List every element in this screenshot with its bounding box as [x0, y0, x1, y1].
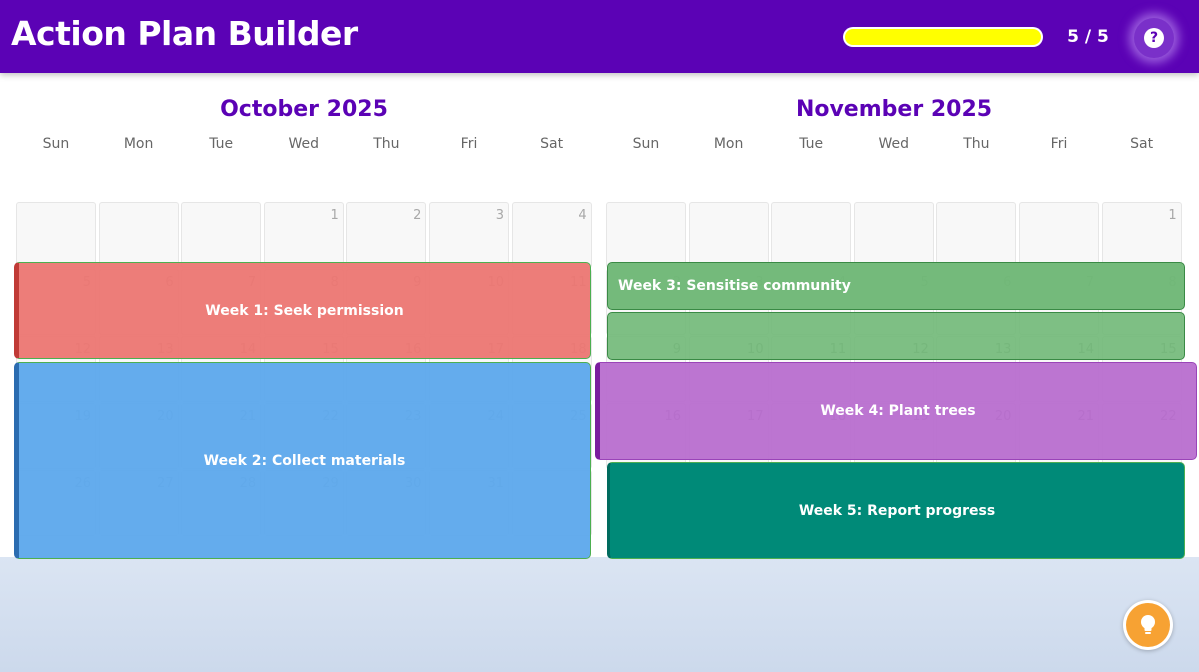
action-plan-app: Action Plan Builder 5 / 5 ? October 2025… [0, 0, 1199, 672]
calendar-day-cell[interactable]: 1 [263, 202, 344, 268]
top-bar: Action Plan Builder 5 / 5 ? [0, 0, 1199, 73]
calendar-day-cell[interactable] [181, 202, 262, 268]
task-week-5-label: Week 5: Report progress [798, 502, 996, 519]
calendar-day-cell[interactable] [688, 202, 769, 268]
weekday-header: Sun [42, 136, 70, 152]
weekday-header: Wed [288, 136, 320, 152]
app-title: Action Plan Builder [11, 14, 358, 53]
task-week-3-continuation[interactable] [607, 312, 1185, 360]
day-number: 3 [495, 208, 504, 223]
calendar-day-cell[interactable] [771, 202, 852, 268]
lightbulb-icon [1126, 603, 1170, 647]
task-week-1[interactable]: Week 1: Seek permission [14, 262, 591, 359]
hint-button[interactable] [1123, 600, 1173, 650]
weekday-header: Mon [713, 136, 744, 152]
month-title: November 2025 [795, 97, 993, 122]
progress-bar [843, 27, 1043, 47]
day-number: 4 [578, 208, 587, 223]
weekday-header: Tue [209, 136, 234, 152]
calendar-day-cell[interactable]: 1 [1101, 202, 1182, 268]
task-week-3[interactable]: Week 3: Sensitise community [607, 262, 1185, 310]
task-week-5[interactable]: Week 5: Report progress [607, 462, 1185, 559]
weekday-header: Sat [1130, 136, 1154, 152]
task-week-4[interactable]: Week 4: Plant trees [595, 362, 1197, 460]
calendar-day-cell[interactable] [16, 202, 96, 268]
weekday-header: Fri [1050, 136, 1068, 152]
calendar-day-cell[interactable] [936, 202, 1017, 268]
weekday-header: Sun [632, 136, 660, 152]
month-title: October 2025 [220, 97, 388, 122]
task-week-2-label: Week 2: Collect materials [203, 452, 406, 469]
task-tray [0, 557, 1199, 672]
progress-bar-fill [845, 29, 1041, 45]
day-number: 1 [330, 208, 339, 223]
calendar-day-cell[interactable]: 3 [429, 202, 509, 268]
progress-counter: 5 / 5 [1067, 27, 1109, 47]
weekday-header: Thu [963, 136, 990, 152]
weekday-header: Tue [799, 136, 824, 152]
day-number: 2 [413, 208, 422, 223]
weekday-header: Sat [540, 136, 564, 152]
weekday-header: Fri [460, 136, 478, 152]
task-week-2[interactable]: Week 2: Collect materials [14, 362, 591, 559]
question-icon: ? [1144, 28, 1164, 48]
weekday-header: Wed [878, 136, 910, 152]
calendar-day-cell[interactable] [606, 202, 686, 268]
task-week-1-label: Week 1: Seek permission [205, 302, 404, 319]
help-button[interactable]: ? [1134, 18, 1174, 58]
task-week-3-label: Week 3: Sensitise community [618, 278, 851, 294]
calendar-day-cell[interactable]: 4 [511, 202, 592, 268]
task-week-4-label: Week 4: Plant trees [820, 403, 976, 419]
calendar-day-cell[interactable] [853, 202, 934, 268]
calendar-day-cell[interactable] [98, 202, 179, 268]
weekday-header: Mon [123, 136, 154, 152]
weekday-header: Thu [373, 136, 400, 152]
day-number: 1 [1168, 208, 1177, 223]
calendar-day-cell[interactable] [1019, 202, 1099, 268]
calendar-day-cell[interactable]: 2 [346, 202, 427, 268]
